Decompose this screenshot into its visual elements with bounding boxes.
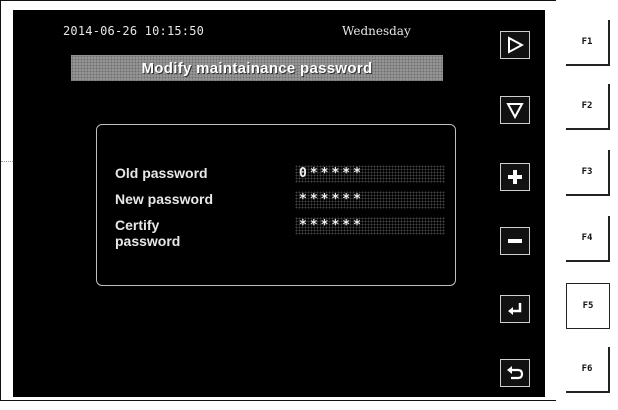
- f6-key-label: F6: [581, 364, 593, 374]
- old-password-value: 0*****: [299, 166, 364, 181]
- datetime-display: 2014-06-26 10:15:50: [63, 24, 205, 38]
- f3-key[interactable]: F3: [566, 150, 610, 196]
- certify-password-value: ******: [299, 218, 364, 233]
- old-password-label: Old password: [115, 165, 208, 181]
- f4-key[interactable]: F4: [566, 216, 610, 262]
- new-password-label: New password: [115, 191, 214, 207]
- certify-password-row: Certify password ******: [115, 217, 445, 251]
- f5-key-label: F5: [582, 301, 594, 311]
- f4-key-label: F4: [581, 233, 593, 243]
- screen: 2014-06-26 10:15:50 Wednesday Modify mai…: [13, 10, 545, 397]
- enter-button[interactable]: [500, 295, 530, 323]
- enter-icon: [508, 303, 522, 315]
- play-right-icon: [508, 36, 524, 54]
- minus-icon: [508, 239, 522, 243]
- function-key-strip: F1 F2 F3 F4 F5 F6: [556, 0, 618, 410]
- page-title: Modify maintainance password: [141, 59, 373, 77]
- f1-key[interactable]: F1: [566, 20, 610, 66]
- certify-password-label: Certify password: [115, 217, 181, 249]
- weekday-display: Wednesday: [342, 24, 411, 38]
- old-password-row: Old password 0*****: [115, 165, 445, 185]
- minus-button[interactable]: [500, 227, 530, 255]
- triangle-down-icon: [506, 103, 524, 119]
- old-password-field[interactable]: 0*****: [295, 165, 445, 183]
- back-icon: [507, 366, 524, 380]
- device-frame: 2014-06-26 10:15:50 Wednesday Modify mai…: [0, 0, 556, 401]
- down-button[interactable]: [500, 96, 530, 124]
- f5-key[interactable]: F5: [566, 283, 610, 329]
- new-password-value: ******: [299, 192, 364, 207]
- password-panel: Old password 0***** New password ****** …: [96, 124, 456, 286]
- certify-password-field[interactable]: ******: [295, 217, 445, 235]
- f1-key-label: F1: [581, 37, 593, 47]
- plus-button[interactable]: [500, 163, 530, 191]
- next-button[interactable]: [500, 31, 530, 59]
- new-password-field[interactable]: ******: [295, 191, 445, 209]
- f2-key-label: F2: [581, 101, 593, 111]
- title-bar: Modify maintainance password: [71, 55, 443, 81]
- f6-key[interactable]: F6: [566, 347, 610, 393]
- f3-key-label: F3: [581, 167, 593, 177]
- f2-key[interactable]: F2: [566, 84, 610, 130]
- plus-icon: [508, 170, 522, 184]
- back-button[interactable]: [500, 359, 530, 387]
- new-password-row: New password ******: [115, 191, 445, 211]
